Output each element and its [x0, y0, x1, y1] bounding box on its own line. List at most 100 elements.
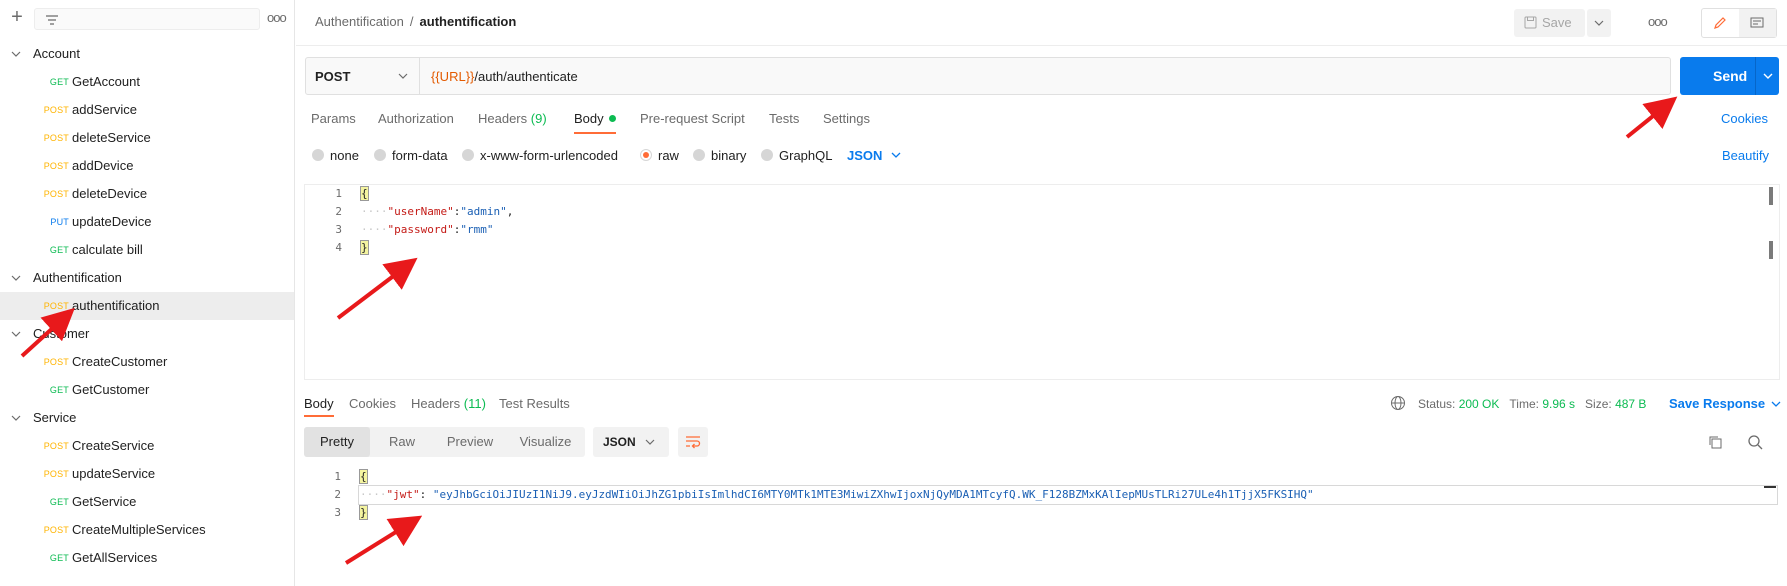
radio-circle [693, 149, 705, 161]
radio-circle-selected [640, 149, 652, 161]
json-key: "userName" [387, 205, 454, 218]
url-bar: POST {{URL}}/auth/authenticate [305, 57, 1671, 95]
view-visualize-button[interactable]: Visualize [506, 427, 585, 457]
cookies-link[interactable]: Cookies [1721, 111, 1768, 126]
request-item[interactable]: GET calculate bill [0, 236, 294, 264]
save-dropdown-button[interactable] [1587, 9, 1611, 37]
breadcrumb-parent[interactable]: Authentification [315, 14, 404, 29]
view-raw-button[interactable]: Raw [370, 427, 434, 457]
radio-circle [312, 149, 324, 161]
body-format-select[interactable]: JSON [847, 148, 901, 163]
request-item[interactable]: GET GetCustomer [0, 376, 294, 404]
scrollbar-thumb[interactable] [1769, 187, 1773, 205]
status-label: Status: [1418, 397, 1456, 411]
send-button[interactable]: Send [1680, 57, 1779, 95]
breadcrumb-separator: / [409, 14, 414, 29]
response-body-viewer[interactable]: 1 { 2 ····"jwt": "eyJhbGciOiJIUzI1NiJ9.e… [304, 468, 1780, 586]
copy-icon[interactable] [1707, 434, 1723, 450]
folder-customer[interactable]: Customer [0, 320, 294, 348]
folder-account[interactable]: Account [0, 40, 294, 68]
radio-label: binary [711, 148, 747, 163]
chevron-down-icon [1594, 20, 1604, 26]
request-name: updateService [72, 466, 156, 481]
request-item[interactable]: POST addDevice [0, 152, 294, 180]
url-variable: {{URL}} [431, 69, 475, 84]
save-button[interactable]: Save [1514, 9, 1585, 37]
request-header: Authentification / authentification Save o… [296, 0, 1787, 46]
code-text: } [359, 504, 368, 522]
scrollbar-thumb[interactable] [1769, 241, 1773, 259]
chevron-down-icon [645, 439, 655, 445]
method-badge: GET [49, 553, 69, 563]
beautify-link[interactable]: Beautify [1722, 148, 1769, 163]
chevron-down-icon[interactable] [1763, 73, 1773, 79]
response-tab-headers[interactable]: Headers (11) [411, 396, 486, 411]
tab-prerequest-script[interactable]: Pre-request Script [640, 111, 745, 126]
response-tab-body[interactable]: Body [304, 396, 334, 411]
time-value[interactable]: 9.96 s [1542, 397, 1575, 411]
tab-params[interactable]: Params [311, 111, 356, 126]
save-label: Save [1542, 15, 1572, 30]
request-item[interactable]: GET GetService [0, 488, 294, 516]
response-tab-cookies[interactable]: Cookies [349, 396, 396, 411]
code-text: { [359, 468, 368, 486]
method-badge: GET [49, 497, 69, 507]
folder-authentification[interactable]: Authentification [0, 264, 294, 292]
wrap-lines-button[interactable] [678, 427, 708, 457]
more-options-icon[interactable]: ooo [267, 9, 287, 27]
request-name: calculate bill [72, 242, 143, 257]
method-badge: GET [49, 245, 69, 255]
globe-icon[interactable] [1390, 395, 1406, 411]
response-format-select[interactable]: JSON [593, 427, 669, 457]
request-item[interactable]: POST deleteDevice [0, 180, 294, 208]
tab-headers[interactable]: Headers (9) [478, 111, 547, 126]
request-item[interactable]: POST CreateMultipleServices [0, 516, 294, 544]
request-body-editor[interactable]: 1 { 2 ····"userName":"admin", 3 ····"pas… [304, 184, 1780, 380]
request-item[interactable]: PUT updateDevice [0, 208, 294, 236]
line-number: 3 [335, 223, 342, 236]
json-value[interactable]: "eyJhbGciOiJIUzI1NiJ9.eyJzdWIiOiJhZG1pbi… [433, 488, 1314, 501]
request-item[interactable]: GET GetAccount [0, 68, 294, 96]
chevron-down-icon [11, 331, 21, 337]
code-line: 3 ····"password":"rmm" [305, 221, 1779, 239]
request-name: GetAllServices [72, 550, 158, 565]
method-badge: POST [43, 525, 69, 535]
edit-mode-button[interactable] [1702, 9, 1739, 37]
more-options-icon[interactable]: ooo [1648, 14, 1668, 29]
request-item-selected[interactable]: POST authentification [0, 292, 294, 320]
send-label: Send [1713, 68, 1748, 84]
method-select[interactable]: POST [306, 58, 420, 94]
view-preview-button[interactable]: Preview [434, 427, 506, 457]
code-line: 1 { [305, 185, 1779, 203]
request-item[interactable]: POST deleteService [0, 124, 294, 152]
breadcrumb-current[interactable]: authentification [420, 14, 517, 29]
search-icon[interactable] [1747, 434, 1763, 450]
status-value[interactable]: 200 OK [1459, 397, 1500, 411]
request-item[interactable]: POST CreateCustomer [0, 348, 294, 376]
scrollbar-marker [1764, 486, 1776, 488]
response-tab-test-results[interactable]: Test Results [499, 396, 570, 411]
active-tab-indicator [574, 132, 616, 134]
url-input[interactable]: {{URL}}/auth/authenticate [431, 69, 578, 84]
folder-service[interactable]: Service [0, 404, 294, 432]
chevron-down-icon [891, 152, 901, 158]
request-item[interactable]: POST addService [0, 96, 294, 124]
size-value[interactable]: 487 B [1615, 397, 1646, 411]
documentation-mode-button[interactable] [1739, 9, 1776, 37]
close-brace: } [359, 505, 368, 520]
request-item[interactable]: GET GetAllServices [0, 544, 294, 572]
method-badge: POST [43, 357, 69, 367]
add-icon[interactable]: + [8, 7, 26, 28]
tab-body[interactable]: Body [574, 111, 616, 126]
tab-authorization[interactable]: Authorization [378, 111, 454, 126]
view-pretty-button[interactable]: Pretty [304, 427, 370, 457]
line-number: 3 [334, 506, 341, 519]
filter-input[interactable] [34, 8, 260, 30]
chevron-down-icon [398, 73, 408, 79]
chevron-down-icon [11, 415, 21, 421]
save-response-button[interactable]: Save Response [1669, 396, 1781, 411]
tab-settings[interactable]: Settings [823, 111, 870, 126]
request-item[interactable]: POST CreateService [0, 432, 294, 460]
request-item[interactable]: POST updateService [0, 460, 294, 488]
tab-tests[interactable]: Tests [769, 111, 799, 126]
